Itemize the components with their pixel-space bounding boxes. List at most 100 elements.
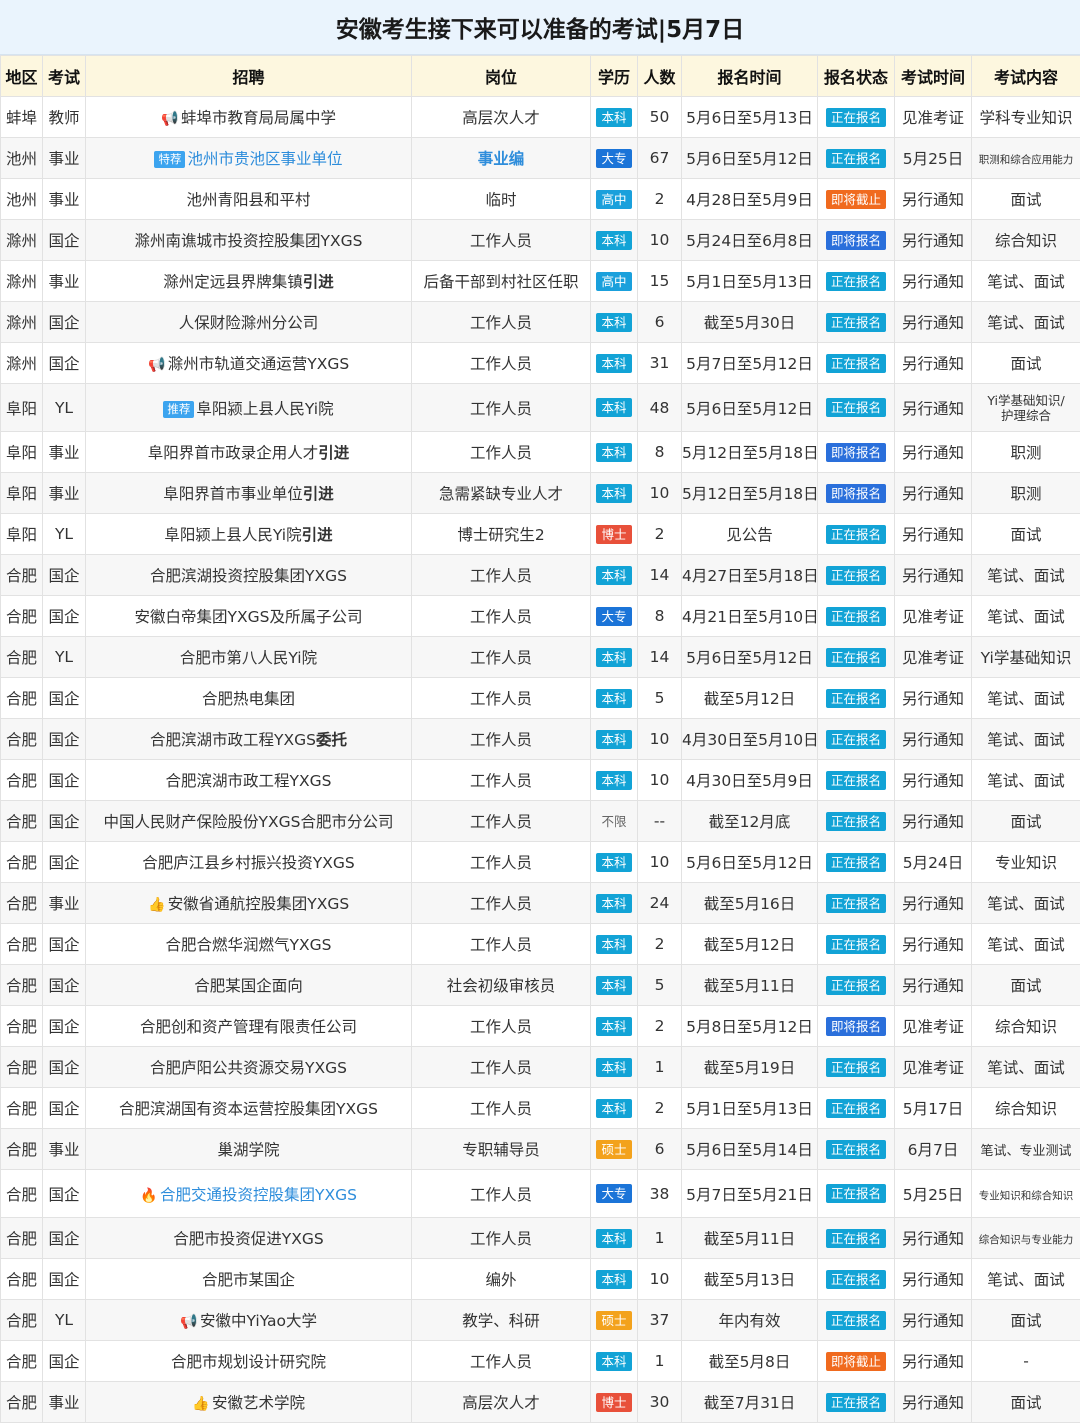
type-cell: 国企 (43, 1088, 86, 1129)
exam-time-cell: 另行通知 (895, 801, 972, 842)
registration-time-text: 5月6日至5月13日 (686, 109, 813, 127)
type-text: 事业 (48, 895, 79, 913)
post-cell: 临时 (412, 179, 591, 220)
count-cell: 15 (638, 261, 682, 302)
type-cell: 国企 (43, 555, 86, 596)
education-badge: 本科 (596, 1017, 631, 1036)
exam-content-cell: 笔试、面试 (972, 678, 1080, 719)
recruit-cell: 安徽白帝集团YXGS及所属子公司 (86, 596, 412, 637)
registration-time-cell: 截至5月8日 (682, 1341, 818, 1382)
exam-table: 地区 考试 招聘 岗位 学历 人数 报名时间 报名状态 考试时间 考试内容 蚌埠… (0, 55, 1080, 1423)
post-cell: 工作人员 (412, 1006, 591, 1047)
exam-content-text: 笔试、面试 (987, 731, 1065, 749)
region-text: 合肥 (6, 690, 37, 708)
status-cell: 正在报名 (818, 883, 895, 924)
status-cell: 正在报名 (818, 596, 895, 637)
type-text: 国企 (48, 232, 79, 250)
post-text: 博士研究生2 (457, 526, 544, 544)
table-row: 合肥YL📢安徽中YiYao大学教学、科研硕士37年内有效正在报名另行通知面试 (1, 1300, 1080, 1341)
recruit-cell: 人保财险滁州分公司 (86, 302, 412, 343)
registration-time-cell: 截至5月11日 (682, 1218, 818, 1259)
education-cell: 本科 (591, 883, 638, 924)
exam-time-cell: 见准考证 (895, 97, 972, 138)
status-cell: 正在报名 (818, 384, 895, 432)
count-text: 2 (655, 935, 665, 953)
region-text: 蚌埠 (6, 109, 37, 127)
post-text: 工作人员 (470, 936, 532, 954)
post-text: 工作人员 (470, 813, 532, 831)
region-text: 阜阳 (6, 444, 37, 462)
post-cell: 急需紧缺专业人才 (412, 473, 591, 514)
status-badge: 正在报名 (826, 1393, 886, 1412)
exam-time-text: 另行通知 (902, 232, 964, 250)
region-cell: 合肥 (1, 965, 43, 1006)
exam-content-cell: 学科专业知识 (972, 97, 1080, 138)
type-text: YL (55, 1311, 73, 1329)
post-cell: 高层次人才 (412, 97, 591, 138)
status-badge: 正在报名 (826, 1099, 886, 1118)
status-cell: 正在报名 (818, 678, 895, 719)
region-cell: 合肥 (1, 924, 43, 965)
registration-time-cell: 5月12日至5月18日 (682, 473, 818, 514)
count-text: 14 (650, 566, 670, 584)
type-text: YL (55, 648, 73, 666)
exam-content-cell: 笔试、面试 (972, 760, 1080, 801)
recruit-cell: 📢安徽中YiYao大学 (86, 1300, 412, 1341)
exam-time-text: 另行通知 (902, 485, 964, 503)
count-cell: 50 (638, 97, 682, 138)
exam-time-cell: 另行通知 (895, 719, 972, 760)
status-cell: 正在报名 (818, 261, 895, 302)
education-badge: 本科 (596, 689, 631, 708)
exam-content-cell: Yi学基础知识 (972, 637, 1080, 678)
region-text: 滁州 (6, 273, 37, 291)
type-cell: 国企 (43, 842, 86, 883)
type-cell: 事业 (43, 138, 86, 179)
count-text: 10 (650, 484, 670, 502)
status-badge: 正在报名 (826, 525, 886, 544)
post-text: 后备干部到村社区任职 (423, 273, 578, 291)
exam-content-text: 综合知识 (995, 1018, 1057, 1036)
count-cell: 2 (638, 514, 682, 555)
region-cell: 滁州 (1, 302, 43, 343)
exam-time-text: 见准考证 (902, 649, 964, 667)
exam-content-text: 职测 (1010, 485, 1041, 503)
status-cell: 即将报名 (818, 473, 895, 514)
education-cell: 本科 (591, 965, 638, 1006)
table-row: 阜阳YL推荐阜阳颍上县人民Yi院工作人员本科485月6日至5月12日正在报名另行… (1, 384, 1080, 432)
registration-time-cell: 截至5月11日 (682, 965, 818, 1006)
region-text: 合肥 (6, 1394, 37, 1412)
education-badge: 本科 (596, 484, 631, 503)
count-cell: 67 (638, 138, 682, 179)
header-exam-content: 考试内容 (972, 56, 1080, 97)
education-badge: 高中 (596, 272, 631, 291)
region-text: 合肥 (6, 936, 37, 954)
status-badge: 即将截止 (826, 1352, 886, 1371)
status-cell: 正在报名 (818, 801, 895, 842)
recruit-text: 安徽省通航控股集团YXGS (168, 895, 349, 913)
post-cell: 工作人员 (412, 596, 591, 637)
exam-time-text: 另行通知 (902, 977, 964, 995)
education-cell: 本科 (591, 343, 638, 384)
table-row: 合肥事业👍安徽省通航控股集团YXGS工作人员本科24截至5月16日正在报名另行通… (1, 883, 1080, 924)
status-badge: 正在报名 (826, 566, 886, 585)
exam-time-text: 另行通知 (902, 813, 964, 831)
exam-content-text: 面试 (1010, 526, 1041, 544)
exam-time-text: 另行通知 (902, 1312, 964, 1330)
exam-time-text: 6月7日 (908, 1141, 959, 1159)
type-text: 国企 (48, 936, 79, 954)
region-text: 合肥 (6, 649, 37, 667)
status-badge: 即将报名 (826, 443, 886, 462)
count-cell: 2 (638, 1088, 682, 1129)
exam-time-cell: 另行通知 (895, 514, 972, 555)
education-badge: 本科 (596, 1099, 631, 1118)
post-cell: 工作人员 (412, 384, 591, 432)
status-badge: 即将报名 (826, 231, 886, 250)
table-row: 阜阳YL阜阳颍上县人民Yi院引进博士研究生2博士2见公告正在报名另行通知面试 (1, 514, 1080, 555)
exam-time-cell: 见准考证 (895, 1006, 972, 1047)
status-cell: 正在报名 (818, 924, 895, 965)
count-cell: 6 (638, 302, 682, 343)
registration-time-text: 截至12月底 (709, 813, 791, 831)
education-cell: 本科 (591, 1006, 638, 1047)
education-badge: 硕士 (596, 1311, 631, 1330)
region-cell: 合肥 (1, 596, 43, 637)
